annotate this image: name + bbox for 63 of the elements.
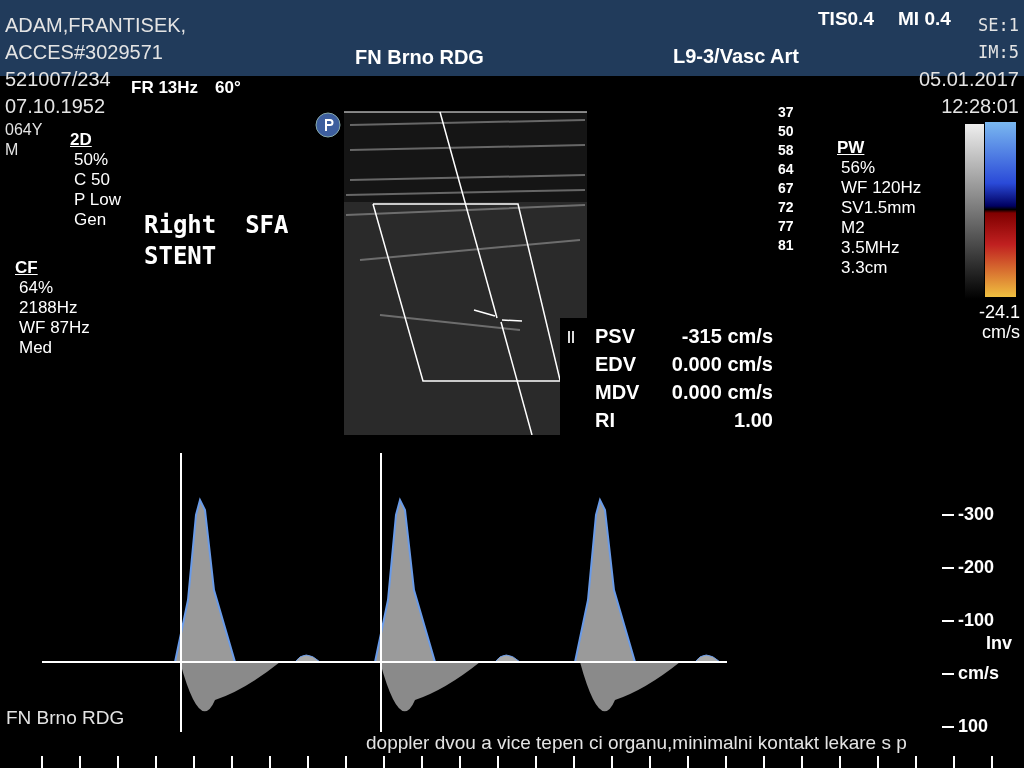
patient-text: 07.10.1952: [5, 94, 106, 119]
parameter-text: 64%: [18, 278, 55, 298]
parameter-text: WF 87Hz: [18, 318, 90, 338]
parameter-group-title: CF: [15, 258, 39, 278]
velocity-scale-label: cm/s: [958, 663, 1000, 684]
depth-number: 81: [778, 236, 794, 255]
measurement-value: -315 cm/s: [680, 324, 773, 349]
parameter-text: 56%: [840, 158, 877, 178]
probe-text: L9-3/Vasc Art: [673, 45, 799, 68]
velocity-scale-label: -100: [958, 610, 995, 631]
parameter-text: P Low: [73, 190, 121, 210]
measurement-label: EDV: [595, 352, 638, 377]
patient-text: ACCES#3029571: [5, 40, 163, 65]
invert-text: Inv: [986, 633, 1012, 654]
color-scale-unit: cm/s: [981, 322, 1020, 342]
parameter-group-title: PW: [837, 138, 866, 158]
parameter-text: 50%: [73, 150, 110, 170]
annotation-text: STENT: [144, 241, 218, 272]
thermal-index-text: TIS0.4: [818, 8, 874, 30]
measurement-label: RI: [595, 408, 616, 433]
patient-text: 521007/234: [5, 67, 111, 92]
depth-number: 72: [778, 198, 794, 217]
velocity-scale-label: -200: [958, 557, 995, 578]
parameter-text: WF 120Hz: [840, 178, 922, 198]
depth-number: 50: [778, 122, 794, 141]
angle-text: 60°: [215, 78, 241, 98]
parameter-text: SV1.5mm: [840, 198, 917, 218]
date-text: 05.01.2017: [918, 67, 1019, 92]
annotation-text: Right SFA: [144, 210, 289, 241]
measurement-value: 0.000 cm/s: [670, 352, 773, 377]
frame-rate-text: FR 13Hz: [131, 78, 199, 98]
p-badge-icon: [315, 112, 341, 138]
institution-text: FN Brno RDG: [355, 46, 484, 69]
depth-number: 37: [778, 103, 794, 122]
patient-text: ADAM,FRANTISEK,: [5, 13, 187, 38]
depth-number: 64: [778, 160, 794, 179]
measurement-label: MDV: [595, 380, 641, 405]
depth-number: 67: [778, 179, 794, 198]
freeze-icon: [568, 331, 574, 343]
measurement-value: 0.000 cm/s: [670, 380, 773, 405]
series-text: SE:1: [978, 14, 1019, 37]
measurement-label: PSV: [595, 324, 637, 349]
mechanical-index-text: MI 0.4: [898, 8, 951, 30]
measurement-value: 1.00: [733, 408, 773, 433]
velocity-scale-label: -300: [958, 504, 995, 525]
parameter-text: M2: [840, 218, 866, 238]
parameter-text: C 50: [73, 170, 111, 190]
patient-text: 064Y: [5, 120, 43, 140]
parameter-text: 3.3cm: [840, 258, 889, 278]
parameter-group-title: 2D: [70, 130, 93, 150]
time-text: 12:28:01: [941, 94, 1019, 119]
depth-number: 77: [778, 217, 794, 236]
patient-text: M: [5, 140, 19, 160]
parameter-text: Med: [18, 338, 54, 358]
ticker-text: doppler dvou a vice tepen ci organu,minimalni kontakt lekare s p: [366, 732, 907, 754]
parameter-text: 3.5MHz: [840, 238, 901, 258]
parameter-text: Gen: [73, 210, 108, 230]
color-scale-value: -24.1: [978, 302, 1020, 322]
institution-text: FN Brno RDG: [6, 707, 125, 729]
depth-number: 58: [778, 141, 794, 160]
velocity-scale-label: 100: [958, 716, 989, 737]
image-number-text: IM:5: [978, 41, 1019, 64]
parameter-text: 2188Hz: [18, 298, 79, 318]
